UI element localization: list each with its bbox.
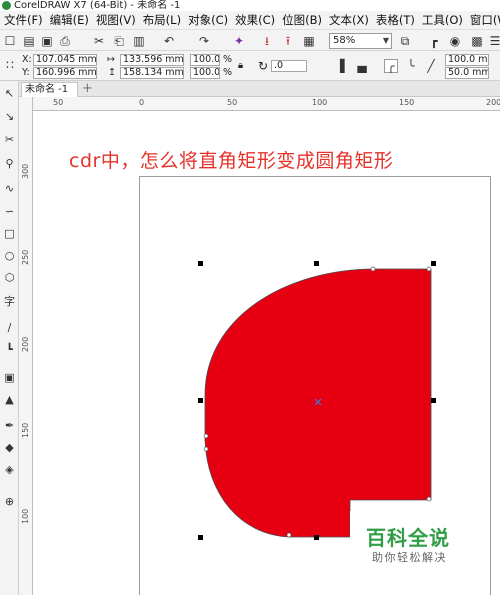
- ruler-label: 300: [21, 163, 30, 179]
- document-tab[interactable]: 未命名 -1: [21, 82, 78, 97]
- corner-radius-bottom-field[interactable]: 50.0 mm: [445, 67, 489, 79]
- menu-table[interactable]: 表格(T): [376, 12, 415, 28]
- add-document-tab-button[interactable]: +: [82, 82, 93, 96]
- menu-window[interactable]: 窗口(W): [470, 12, 500, 28]
- document-tab-bar: 未命名 -1 +: [19, 81, 500, 97]
- shape-tool-icon[interactable]: ↘: [3, 110, 16, 123]
- scale-y-percent: %: [223, 67, 233, 78]
- rotate-icon: ↻: [258, 59, 269, 73]
- ruler-label: 150: [21, 422, 30, 438]
- toolbox: ↖ ↘ ✂ ⚲ ∿ ∽ □ ○ ⬡ 字 ∕ ┗ ▣ ▲ ✒ ◆ ◈ ⊕: [0, 81, 19, 595]
- chamfered-corner-icon[interactable]: ╱: [424, 59, 438, 73]
- y-label: Y:: [22, 67, 30, 78]
- new-document-icon[interactable]: ☐: [3, 34, 17, 48]
- menu-object[interactable]: 对象(C): [188, 12, 228, 28]
- watermark-subtitle: 助你轻松解决: [372, 551, 447, 564]
- tutorial-caption: cdr中，怎么将直角矩形变成圆角矩形: [69, 150, 394, 172]
- interactive-fill-icon[interactable]: ◆: [3, 441, 16, 454]
- title-bar: CorelDRAW X7 (64-Bit) - 未命名 -1: [0, 0, 500, 11]
- property-bar: ∷ X: 107.045 mm Y: 160.996 mm ↦ 133.596 …: [0, 51, 500, 81]
- smart-fill-icon[interactable]: ◈: [3, 463, 16, 476]
- ruler-label: 250: [21, 249, 30, 265]
- standard-toolbar: ☐ ▤ ▣ ⎙ ✂ ⎗ ▥ ↶ ↷ ✦ ⭳ ⭱ ▦ 58% ▼ ⧉ ┏ ◉ ▩ …: [0, 29, 500, 51]
- mirror-horizontal-icon[interactable]: ▐: [333, 59, 347, 73]
- height-icon: ↥: [108, 67, 116, 78]
- paste-icon[interactable]: ▥: [132, 34, 146, 48]
- zoom-level-select[interactable]: 58% ▼: [329, 33, 392, 49]
- watermark-title: 百科全说: [366, 526, 450, 550]
- transparency-tool-icon[interactable]: ▲: [3, 393, 16, 406]
- ruler-label: 0: [139, 98, 145, 107]
- height-field[interactable]: 158.134 mm: [120, 67, 184, 79]
- menu-view[interactable]: 视图(V): [96, 12, 136, 28]
- round-corner-icon[interactable]: ╭: [384, 59, 398, 73]
- copy-icon[interactable]: ⎗: [112, 34, 126, 48]
- object-origin-icon[interactable]: ∷: [3, 58, 17, 72]
- ruler-label: 50: [53, 98, 64, 107]
- y-position-field[interactable]: 160.996 mm: [33, 67, 97, 79]
- ruler-label: 100: [21, 508, 30, 524]
- scalloped-corner-icon[interactable]: ╰: [404, 59, 418, 73]
- color-eyedropper-icon[interactable]: ✒: [3, 419, 16, 432]
- menu-tools[interactable]: 工具(O): [422, 12, 463, 28]
- menu-file[interactable]: 文件(F): [4, 12, 43, 28]
- print-icon[interactable]: ⎙: [58, 34, 72, 48]
- ruler-label: 100: [312, 98, 328, 107]
- x-position-field[interactable]: 107.045 mm: [33, 54, 97, 66]
- ellipse-tool-icon[interactable]: ○: [3, 249, 16, 262]
- ruler-label: 150: [399, 98, 415, 107]
- open-folder-icon[interactable]: ▤: [22, 34, 36, 48]
- window-title: CorelDRAW X7 (64-Bit) - 未命名 -1: [14, 0, 181, 11]
- mirror-vertical-icon[interactable]: ▄: [355, 59, 369, 73]
- undo-icon[interactable]: ↶: [162, 34, 176, 48]
- freehand-tool-icon[interactable]: ∿: [3, 182, 16, 195]
- menu-edit[interactable]: 编辑(E): [50, 12, 89, 28]
- redo-icon[interactable]: ↷: [197, 34, 211, 48]
- x-label: X:: [22, 54, 32, 65]
- scale-x-percent: %: [223, 54, 233, 65]
- dimension-tool-icon[interactable]: ∕: [3, 321, 16, 334]
- chevron-down-icon: ▼: [382, 36, 389, 45]
- view-mode-icon[interactable]: ◉: [448, 34, 462, 48]
- ruler-label: 200: [486, 98, 500, 107]
- options-icon[interactable]: ☰: [488, 34, 500, 48]
- save-icon[interactable]: ▣: [40, 34, 54, 48]
- crop-tool-icon[interactable]: ✂: [3, 133, 16, 146]
- import-icon[interactable]: ⭳: [260, 34, 274, 48]
- show-rulers-icon[interactable]: ┏: [427, 34, 441, 48]
- drop-shadow-tool-icon[interactable]: ▣: [3, 371, 16, 384]
- connector-tool-icon[interactable]: ┗: [3, 343, 16, 356]
- full-screen-preview-icon[interactable]: ⧉: [398, 34, 412, 48]
- ruler-label: 50: [227, 98, 238, 107]
- rectangle-tool-icon[interactable]: □: [3, 227, 16, 240]
- export-icon[interactable]: ⭱: [281, 34, 295, 48]
- menu-effects[interactable]: 效果(C): [235, 12, 275, 28]
- vertical-ruler[interactable]: 300 250 200 150 100: [19, 97, 33, 595]
- scale-y-field[interactable]: 100.0: [190, 67, 220, 79]
- add-tool-icon[interactable]: ⊕: [3, 495, 16, 508]
- menu-text[interactable]: 文本(X): [329, 12, 369, 28]
- rotation-angle-field[interactable]: .0: [271, 60, 307, 72]
- search-content-icon[interactable]: ✦: [232, 34, 246, 48]
- coreldraw-app-icon: [2, 1, 11, 10]
- menu-layout[interactable]: 布局(L): [143, 12, 181, 28]
- zoom-level-value: 58%: [333, 35, 356, 46]
- ruler-label: 200: [21, 336, 30, 352]
- cut-icon[interactable]: ✂: [92, 34, 106, 48]
- polygon-tool-icon[interactable]: ⬡: [3, 271, 16, 284]
- scale-x-field[interactable]: 100.0: [190, 54, 220, 66]
- lock-ratio-icon[interactable]: 🔒︎: [238, 60, 243, 72]
- width-field[interactable]: 133.596 mm: [120, 54, 184, 66]
- horizontal-ruler[interactable]: 50 0 50 100 150 200: [33, 97, 500, 111]
- corner-radius-top-field[interactable]: 100.0 mm: [445, 54, 489, 66]
- menu-bar: 文件(F) 编辑(E) 视图(V) 布局(L) 对象(C) 效果(C) 位图(B…: [0, 11, 500, 29]
- pick-tool-icon[interactable]: ↖: [3, 87, 16, 100]
- text-tool-icon[interactable]: 字: [3, 295, 16, 308]
- menu-bitmaps[interactable]: 位图(B): [282, 12, 322, 28]
- snap-to-icon[interactable]: ▩: [470, 34, 484, 48]
- publish-pdf-icon[interactable]: ▦: [302, 34, 316, 48]
- width-icon: ↦: [107, 54, 115, 65]
- artistic-media-tool-icon[interactable]: ∽: [3, 205, 16, 218]
- zoom-tool-icon[interactable]: ⚲: [3, 157, 16, 170]
